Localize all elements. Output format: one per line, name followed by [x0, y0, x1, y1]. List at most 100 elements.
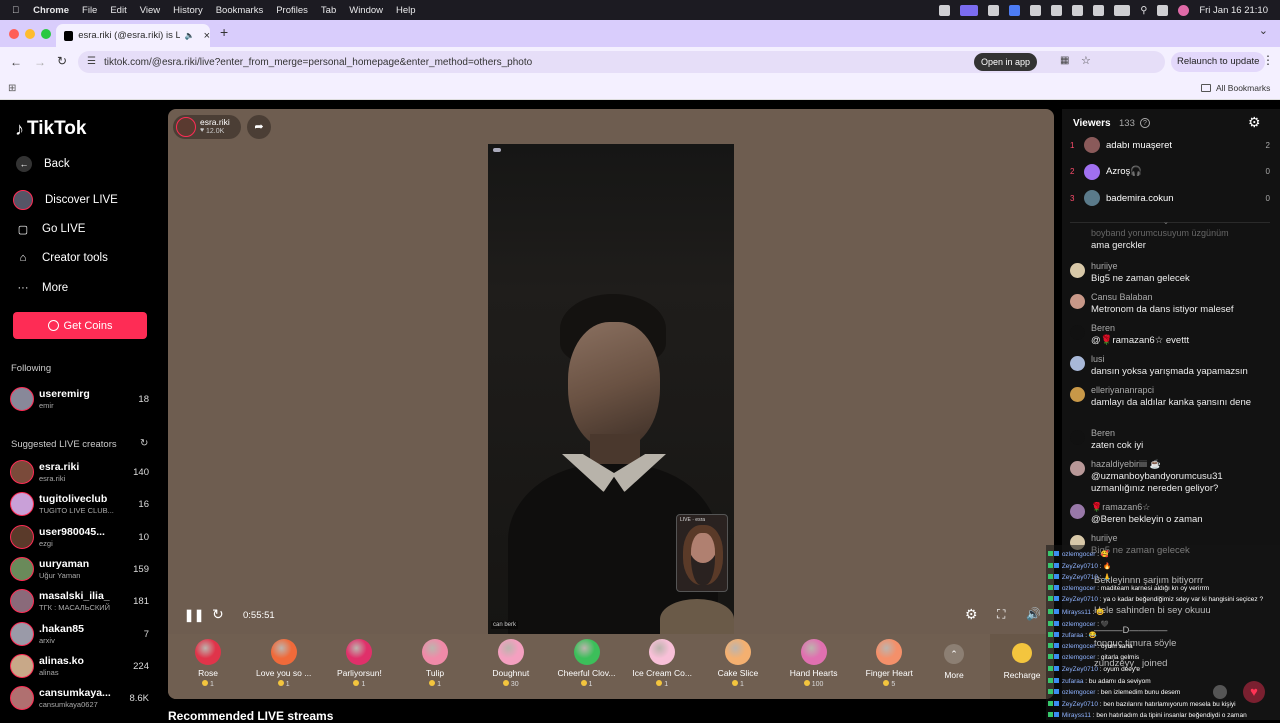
gift-item[interactable]: Parliyorsun! 1: [323, 639, 395, 688]
menu-kebab-icon[interactable]: ⋮: [1262, 53, 1274, 67]
wifi-icon[interactable]: [1093, 4, 1105, 16]
screen-record-icon[interactable]: [960, 4, 979, 16]
battery-icon[interactable]: [1114, 4, 1131, 16]
nav-creator-tools[interactable]: ⌂ Creator tools: [16, 251, 108, 265]
creator-item[interactable]: uuryaman Uğur Yaman 159: [10, 555, 152, 585]
siri-icon[interactable]: [1178, 4, 1190, 16]
status-icon[interactable]: [939, 4, 951, 16]
chat-username[interactable]: Cansu Balaban: [1091, 292, 1153, 302]
gift-item[interactable]: Cake Slice 1: [702, 639, 774, 688]
settings-gear-icon[interactable]: ⚙: [965, 606, 978, 623]
status-icon[interactable]: [1072, 4, 1084, 16]
avatar[interactable]: [1070, 263, 1085, 278]
chat-username[interactable]: Beren: [1091, 323, 1115, 333]
viewer-row[interactable]: 3 bademira.cokun 0: [1070, 189, 1270, 207]
chat-username[interactable]: huriiye: [1091, 261, 1118, 271]
following-item[interactable]: useremirg emir 18: [10, 385, 152, 415]
status-icon[interactable]: [1051, 4, 1063, 16]
new-tab-button[interactable]: +: [220, 24, 228, 40]
menu-edit[interactable]: Edit: [110, 5, 126, 16]
get-coins-button[interactable]: Get Coins: [13, 312, 147, 339]
like-heart-icon[interactable]: ♥: [1243, 681, 1265, 703]
nav-more[interactable]: ··· More: [16, 281, 69, 295]
video-frame[interactable]: can berk LIVE · esra: [488, 144, 734, 639]
bookmark-star-icon[interactable]: ☆: [1081, 54, 1091, 67]
menu-history[interactable]: History: [173, 5, 203, 16]
more-gifts-button[interactable]: ⌃ More: [940, 644, 968, 680]
chat-username[interactable]: 🌹ramazan6☆: [1091, 502, 1150, 513]
avatar[interactable]: [1070, 504, 1085, 519]
creator-item[interactable]: masalski_ilia_ ТГК : МАСАЛЬСКИЙ 181: [10, 587, 152, 617]
reload-icon[interactable]: ↻: [57, 54, 67, 68]
relaunch-button[interactable]: Relaunch to update: [1171, 52, 1266, 72]
open-in-app-button[interactable]: Open in app: [974, 53, 1038, 71]
creator-item[interactable]: cansumkaya... cansumkaya0627 8.6K: [10, 684, 152, 714]
gift-item[interactable]: Finger Heart 5: [853, 639, 925, 688]
status-icon[interactable]: [1009, 4, 1021, 16]
avatar[interactable]: [1070, 387, 1085, 402]
avatar[interactable]: [1070, 430, 1085, 445]
tab-search-icon[interactable]: ⌄: [1259, 24, 1268, 37]
menu-profiles[interactable]: Profiles: [276, 5, 308, 16]
pause-icon[interactable]: ❚❚: [184, 608, 204, 622]
speaker-icon[interactable]: 🔈: [185, 31, 195, 40]
avatar[interactable]: [1070, 356, 1085, 371]
host-badge[interactable]: esra.riki 12.0K ♥: [173, 115, 241, 139]
app-menu[interactable]: Chrome: [33, 5, 69, 16]
menu-bookmarks[interactable]: Bookmarks: [216, 5, 264, 16]
menu-view[interactable]: View: [140, 5, 160, 16]
settings-gear-icon[interactable]: ⚙: [1248, 114, 1261, 131]
gift-item[interactable]: Hand Hearts 100: [778, 639, 850, 688]
gift-item[interactable]: Doughnut 30: [475, 639, 547, 688]
gift-item[interactable]: Rose 1: [172, 639, 244, 688]
chat-username[interactable]: elleriyananrapci: [1091, 385, 1154, 395]
translate-icon[interactable]: ▦: [1060, 55, 1069, 66]
close-window-button[interactable]: [9, 29, 19, 39]
apps-grid-icon[interactable]: ⊞: [8, 83, 16, 94]
chat-username[interactable]: Beren: [1091, 428, 1115, 438]
site-info-icon[interactable]: ☰: [87, 56, 96, 67]
creator-item[interactable]: .hakan85 arxiv 7: [10, 620, 152, 650]
gift-item[interactable]: Cheerful Clov... 1: [551, 639, 623, 688]
avatar[interactable]: [1070, 461, 1085, 476]
back-arrow-icon[interactable]: ←: [10, 55, 22, 69]
tiktok-logo[interactable]: ♪ TikTok: [15, 118, 86, 140]
recharge-button[interactable]: Recharge: [990, 634, 1054, 699]
gift-item[interactable]: Love you so ... 1: [248, 639, 320, 688]
menu-tab[interactable]: Tab: [321, 5, 336, 16]
chat-username[interactable]: boyband yorumcusuyum üzgünüm: [1091, 228, 1229, 238]
forward-arrow-icon[interactable]: →: [34, 55, 46, 69]
avatar[interactable]: [1070, 325, 1085, 340]
close-tab-icon[interactable]: ×: [204, 30, 210, 42]
menu-file[interactable]: File: [82, 5, 97, 16]
fullscreen-icon[interactable]: ⛶: [997, 607, 1005, 622]
gift-item[interactable]: Ice Cream Co... 1: [626, 639, 698, 688]
refresh-icon[interactable]: ↻: [212, 606, 224, 623]
refresh-icon[interactable]: ↻: [140, 438, 148, 449]
control-center-icon[interactable]: [1157, 4, 1169, 16]
address-bar[interactable]: ☰ tiktok.com/@esra.riki/live?enter_from_…: [78, 51, 1165, 73]
all-bookmarks-link[interactable]: All Bookmarks: [1216, 83, 1270, 93]
status-icon[interactable]: [1030, 4, 1042, 16]
creator-item[interactable]: user980045... ezgi 10: [10, 523, 152, 553]
zoom-window-button[interactable]: [41, 29, 51, 39]
avatar[interactable]: [1070, 294, 1085, 309]
share-icon[interactable]: ➦: [247, 115, 271, 139]
search-icon[interactable]: ⚲: [1140, 5, 1147, 16]
live-player[interactable]: esra.riki 12.0K ♥ ➦ can berk LIVE · esra…: [168, 109, 1054, 699]
back-button[interactable]: ← Back: [16, 156, 70, 172]
status-icon[interactable]: [988, 4, 1000, 16]
chat-username[interactable]: lusi: [1091, 354, 1105, 364]
viewer-row[interactable]: 2 Azroş🎧 0: [1070, 163, 1270, 181]
minimize-window-button[interactable]: [25, 29, 35, 39]
nav-discover-live[interactable]: Discover LIVE: [13, 190, 118, 210]
viewer-row[interactable]: 1 adabı muaşeret 2: [1070, 136, 1270, 154]
chat-username[interactable]: huriiye: [1091, 533, 1118, 543]
creator-item[interactable]: alinas.ko alinas 224: [10, 652, 152, 682]
menu-help[interactable]: Help: [396, 5, 416, 16]
volume-icon[interactable]: 🔊: [1026, 607, 1041, 621]
nav-go-live[interactable]: ▢ Go LIVE: [16, 222, 86, 236]
tab-active[interactable]: esra.riki (@esra.riki) is LIV 🔈 ×: [56, 24, 210, 47]
apple-icon[interactable]: : [12, 5, 19, 16]
creator-item[interactable]: esra.riki esra.riki 140: [10, 458, 152, 488]
